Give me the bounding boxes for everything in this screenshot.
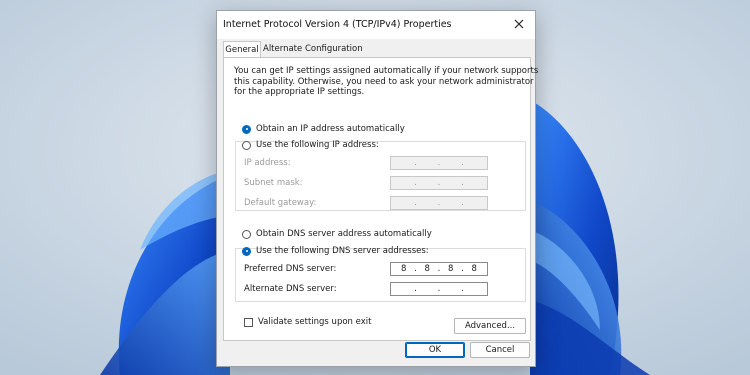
description-line: for the appropriate IP settings. [234,87,365,97]
octet-separator: . [461,158,464,168]
ip-address-field[interactable]: ... [390,156,488,170]
default-gateway-field[interactable]: ... [390,196,488,210]
octet-separator: . [461,284,464,294]
octet-separator: . [461,264,464,274]
octet-separator: . [414,158,417,168]
obtain-dns-automatically-option[interactable]: Obtain DNS server address automatically [242,228,432,240]
octet-separator: . [414,264,417,274]
preferred-dns-octet: 8 [400,264,407,274]
validate-settings-checkbox[interactable] [244,317,253,327]
obtain-ip-automatically-option[interactable]: Obtain an IP address automatically [242,123,405,135]
description-text: You can get IP settings assigned automat… [234,66,539,98]
subnet-mask-field[interactable]: ... [390,176,488,190]
use-following-ip-option[interactable]: Use the following IP address: [242,139,379,151]
radio-button-checked[interactable] [242,246,251,256]
validate-settings-option[interactable]: Validate settings upon exit [244,317,371,327]
obtain-dns-automatically-label: Obtain DNS server address automatically [256,229,432,239]
use-following-dns-option[interactable]: Use the following DNS server addresses: [242,245,429,257]
radio-button-unchecked[interactable] [242,229,251,239]
ok-button[interactable]: OK [405,342,465,358]
alternate-dns-label: Alternate DNS server: [244,284,337,294]
radio-button-unchecked[interactable] [242,140,251,150]
obtain-ip-automatically-label: Obtain an IP address automatically [256,124,405,134]
octet-separator: . [461,198,464,208]
radio-button-checked[interactable] [242,124,251,134]
ip-address-label: IP address: [244,158,291,168]
octet-separator: . [414,198,417,208]
default-gateway-label: Default gateway: [244,198,317,208]
preferred-dns-field[interactable]: 8. 8. 8. 8 [390,262,488,276]
description-line: this capability. Otherwise, you need to … [234,76,534,87]
dialog-title: Internet Protocol Version 4 (TCP/IPv4) P… [223,19,452,30]
octet-separator: . [414,178,417,188]
tab-alternate-configuration[interactable]: Alternate Configuration [261,41,365,57]
octet-separator: . [437,178,441,188]
cancel-button[interactable]: Cancel [470,342,530,358]
octet-separator: . [437,284,441,294]
ipv4-properties-dialog: Internet Protocol Version 4 (TCP/IPv4) P… [216,10,539,367]
title-bar: Internet Protocol Version 4 (TCP/IPv4) P… [217,11,535,39]
description-line: You can get IP settings assigned automat… [234,66,539,76]
tab-general[interactable]: General [223,41,261,58]
general-tab-panel: You can get IP settings assigned automat… [223,57,539,341]
alternate-dns-field[interactable]: ... [390,282,488,296]
octet-separator: . [414,284,417,294]
use-following-dns-label: Use the following DNS server addresses: [256,246,429,256]
close-button[interactable] [511,16,527,32]
advanced-button[interactable]: Advanced... [454,318,526,334]
preferred-dns-octet: 8 [471,264,477,274]
close-icon [514,19,524,29]
octet-separator: . [437,264,441,274]
preferred-dns-octet: 8 [448,264,454,274]
use-following-ip-label: Use the following IP address: [256,140,379,150]
preferred-dns-octet: 8 [424,264,430,274]
preferred-dns-label: Preferred DNS server: [244,264,337,274]
octet-separator: . [437,198,441,208]
validate-settings-label: Validate settings upon exit [258,317,372,327]
octet-separator: . [437,158,441,168]
octet-separator: . [461,178,464,188]
subnet-mask-label: Subnet mask: [244,178,303,188]
